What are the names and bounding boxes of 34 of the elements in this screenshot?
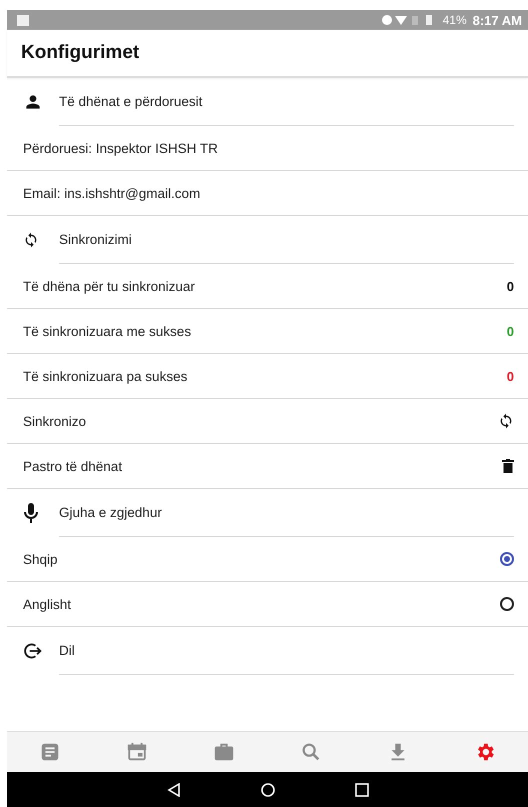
clock: 8:17 AM [472, 12, 522, 28]
microphone-icon [23, 502, 39, 524]
search-icon [300, 741, 322, 763]
page-title: Konfigurimet [21, 42, 140, 64]
user-info: Email: ins.ishshtr@gmail.com [23, 186, 202, 200]
user-info: Përdoruesi: Inspektor ISHSH TR [23, 140, 219, 156]
calendar-icon [126, 741, 148, 763]
sync-icon [498, 412, 514, 430]
trash-icon [502, 459, 514, 473]
section-header: Gjuha e zgjedhur [59, 489, 514, 537]
sync-count: 0 [506, 324, 514, 338]
radio-button[interactable] [500, 597, 514, 611]
sync-icon [23, 231, 39, 249]
battery-percent: 41% [442, 13, 467, 27]
language-option[interactable]: Anglisht [23, 596, 500, 612]
clear-data-action[interactable]: Pastro të dhënat [23, 458, 502, 474]
sync-count: 0 [506, 278, 514, 294]
back-icon[interactable] [166, 782, 180, 796]
image-icon [17, 14, 29, 26]
logout-action[interactable]: Dil [59, 627, 514, 675]
list-icon [39, 741, 62, 763]
sync-stat-label: Të sinkronizuara pa sukses [23, 368, 188, 384]
home-icon[interactable] [260, 782, 274, 796]
sync-stat-label: Të sinkronizuara me sukses [23, 324, 192, 338]
radio-button[interactable] [500, 552, 514, 566]
sync-count: 0 [506, 368, 514, 384]
logout-icon [23, 642, 43, 660]
sync-action[interactable]: Sinkronizo [23, 414, 498, 428]
language-option[interactable]: Shqip [23, 552, 500, 566]
section-header: Të dhënat e përdoruesit [59, 78, 514, 126]
section-header: Sinkronizimi [59, 216, 514, 264]
recents-icon[interactable] [354, 782, 368, 796]
sync-stat-label: Të dhëna për tu sinkronizuar [23, 278, 196, 294]
briefcase-icon [213, 741, 236, 763]
